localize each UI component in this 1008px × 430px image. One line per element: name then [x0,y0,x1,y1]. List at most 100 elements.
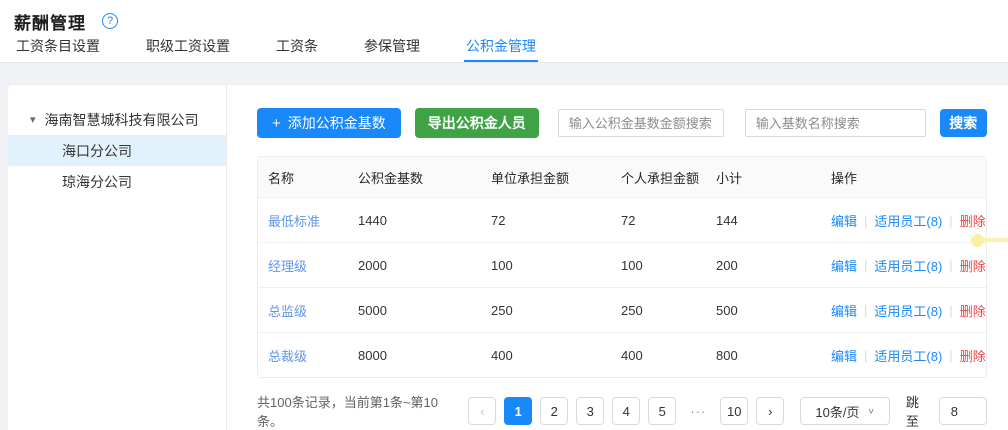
next-page-button[interactable]: › [756,397,784,425]
row-name-link[interactable]: 总裁级 [258,346,348,365]
main-panel: + 添加公积金基数 导出公积金人员 搜索 名称 公积金基数 单位承担金额 个人承… [227,85,1008,430]
edit-link[interactable]: 编辑 [831,256,857,275]
tab[interactable]: 参保管理 [362,34,422,62]
content-card: ▾ 海南智慧城科技有限公司 海口分公司琼海分公司 + 添加公积金基数 导出公积金… [8,85,1008,430]
tab[interactable]: 公积金管理 [464,34,538,62]
row-name-link[interactable]: 总监级 [258,301,348,320]
action-separator: | [864,213,867,228]
col-header-company: 单位承担金额 [481,168,611,187]
add-fund-base-button[interactable]: + 添加公积金基数 [257,108,401,138]
click-marker-dot [971,234,984,247]
row-subtotal-value: 800 [706,348,821,363]
row-personal-value: 250 [611,303,706,318]
table-row: 经理级 2000 100 100 200 编辑 | 适用员工(8) | 删除 [258,242,986,287]
delete-link[interactable]: 删除 [960,256,986,275]
page-number-button[interactable]: 3 [576,397,604,425]
row-personal-value: 72 [611,213,706,228]
row-subtotal-value: 500 [706,303,821,318]
page-number-button[interactable]: 4 [612,397,640,425]
help-icon[interactable]: ? [102,13,118,29]
row-base-value: 2000 [348,258,481,273]
edit-link[interactable]: 编辑 [831,346,857,365]
fund-amount-search-input[interactable] [558,109,724,137]
page-number-button[interactable]: 5 [648,397,676,425]
content-area: ▾ 海南智慧城科技有限公司 海口分公司琼海分公司 + 添加公积金基数 导出公积金… [0,63,1008,430]
table-row: 最低标准 1440 72 72 144 编辑 | 适用员工(8) | 删除 [258,197,986,242]
col-header-actions: 操作 [821,168,986,187]
delete-link[interactable]: 删除 [960,211,986,230]
row-name-link[interactable]: 经理级 [258,256,348,275]
company-root-label: 海南智慧城科技有限公司 [45,110,199,130]
row-actions: 编辑 | 适用员工(8) | 删除 [821,256,986,275]
delete-link[interactable]: 删除 [960,301,986,320]
delete-link[interactable]: 删除 [960,346,986,365]
row-base-value: 8000 [348,348,481,363]
action-separator: | [949,348,952,363]
page-size-select[interactable]: 10条/页 ∨ [800,397,890,425]
row-company-value: 400 [481,348,611,363]
jump-to-label: 跳至 [906,392,931,430]
col-header-subtotal: 小计 [706,168,821,187]
action-separator: | [864,348,867,363]
sidebar-item-branch[interactable]: 海口分公司 [8,135,226,166]
action-separator: | [864,303,867,318]
jump-page-input[interactable] [939,397,987,425]
apply-staff-link[interactable]: 适用员工(8) [874,256,942,275]
caret-down-icon[interactable]: ▾ [30,115,36,126]
action-separator: | [949,213,952,228]
row-subtotal-value: 144 [706,213,821,228]
apply-staff-link[interactable]: 适用员工(8) [874,346,942,365]
col-header-name: 名称 [258,168,348,187]
action-separator: | [949,303,952,318]
page-number-button[interactable]: ··· [684,397,712,425]
row-company-value: 100 [481,258,611,273]
page-title: 薪酬管理 [14,9,86,34]
row-personal-value: 100 [611,258,706,273]
row-base-value: 5000 [348,303,481,318]
edit-link[interactable]: 编辑 [831,301,857,320]
row-company-value: 72 [481,213,611,228]
sidebar-item-branch[interactable]: 琼海分公司 [8,166,226,197]
tab[interactable]: 工资条 [274,34,320,62]
table-body: 最低标准 1440 72 72 144 编辑 | 适用员工(8) | 删除 [258,197,986,377]
page-size-value: 10条/页 [815,402,859,421]
row-actions: 编辑 | 适用员工(8) | 删除 [821,301,986,320]
edit-link[interactable]: 编辑 [831,211,857,230]
sidebar-item-company-root[interactable]: ▾ 海南智慧城科技有限公司 [8,105,226,135]
col-header-base: 公积金基数 [348,168,481,187]
records-summary: 共100条记录，当前第1条~第10条。 [257,392,454,430]
search-button[interactable]: 搜索 [940,109,987,137]
apply-staff-link[interactable]: 适用员工(8) [874,211,942,230]
page-number-button[interactable]: 2 [540,397,568,425]
toolbar: + 添加公积金基数 导出公积金人员 搜索 [257,108,987,138]
tab[interactable]: 工资条目设置 [14,34,102,62]
tab-bar: 工资条目设置 职级工资设置 工资条 参保管理 公积金管理 [0,34,1008,63]
company-children: 海口分公司琼海分公司 [8,135,226,197]
table-header-row: 名称 公积金基数 单位承担金额 个人承担金额 小计 操作 [258,157,986,197]
page-header: 薪酬管理 ? [0,0,1008,34]
table-row: 总监级 5000 250 250 500 编辑 | 适用员工(8) | 删除 [258,287,986,332]
page-number-button[interactable]: 10 [720,397,748,425]
row-actions: 编辑 | 适用员工(8) | 删除 [821,346,986,365]
row-name-link[interactable]: 最低标准 [258,211,348,230]
row-actions: 编辑 | 适用员工(8) | 删除 [821,211,986,230]
base-name-search-input[interactable] [745,109,926,137]
export-fund-staff-button[interactable]: 导出公积金人员 [415,108,539,138]
chevron-left-icon: ‹ [480,404,484,419]
page-number-button[interactable]: 1 [504,397,532,425]
action-separator: | [864,258,867,273]
row-base-value: 1440 [348,213,481,228]
apply-staff-link[interactable]: 适用员工(8) [874,301,942,320]
prev-page-button[interactable]: ‹ [468,397,496,425]
col-header-personal: 个人承担金额 [611,168,706,187]
row-subtotal-value: 200 [706,258,821,273]
chevron-down-icon: ∨ [867,407,874,416]
action-separator: | [949,258,952,273]
chevron-right-icon: › [768,404,772,419]
table-row: 总裁级 8000 400 400 800 编辑 | 适用员工(8) | 删除 [258,332,986,377]
company-tree-sidebar: ▾ 海南智慧城科技有限公司 海口分公司琼海分公司 [8,85,227,430]
tab[interactable]: 职级工资设置 [144,34,232,62]
row-personal-value: 400 [611,348,706,363]
plus-icon: + [272,115,281,132]
click-marker-line [982,238,1008,242]
